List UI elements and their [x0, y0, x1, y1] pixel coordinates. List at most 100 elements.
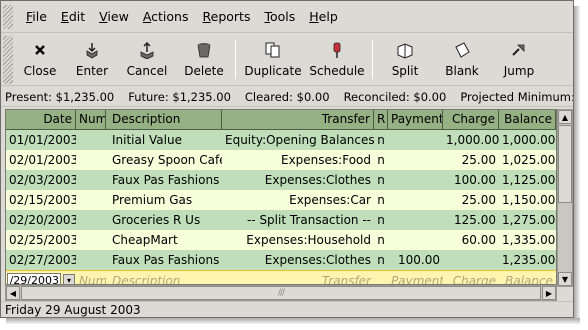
vertical-scroll-thumb[interactable]: [558, 125, 572, 203]
cell-payment[interactable]: [388, 130, 443, 150]
cell-charge[interactable]: 1,000.00: [443, 130, 499, 150]
schedule-button[interactable]: Schedule: [306, 34, 368, 85]
delete-button[interactable]: Delete: [177, 34, 231, 85]
cell-reconcile[interactable]: n: [374, 210, 388, 230]
menu-actions[interactable]: Actions: [136, 9, 196, 24]
menu-file[interactable]: File: [19, 9, 54, 24]
cell-charge[interactable]: [443, 250, 499, 270]
col-num-header: Num: [76, 110, 106, 130]
horizontal-scroll-thumb[interactable]: ///: [21, 286, 541, 300]
transfer-input[interactable]: Transfer: [222, 271, 374, 284]
cell-charge[interactable]: 25.00: [443, 190, 499, 210]
cell-num[interactable]: [76, 150, 106, 170]
cell-payment[interactable]: [388, 230, 443, 250]
cell-payment[interactable]: [388, 190, 443, 210]
cell-charge[interactable]: 100.00: [443, 170, 499, 190]
cell-date[interactable]: 01/01/2003: [6, 130, 76, 150]
cell-num[interactable]: [76, 230, 106, 250]
cell-date[interactable]: 02/20/2003: [6, 210, 76, 230]
reconcile-input[interactable]: [374, 271, 388, 284]
horizontal-scrollbar[interactable]: ◀ /// ▶: [5, 285, 557, 301]
cell-description[interactable]: Groceries R Us: [106, 210, 222, 230]
menu-reports[interactable]: Reports: [196, 9, 258, 24]
cell-description[interactable]: Initial Value: [106, 130, 222, 150]
toolbar-grip[interactable]: [3, 36, 13, 84]
cell-description[interactable]: Faux Pas Fashions: [106, 250, 222, 270]
menu-tools[interactable]: Tools: [257, 9, 302, 24]
cell-transfer[interactable]: Expenses:Household: [222, 230, 374, 250]
cell-date[interactable]: 02/01/2003: [6, 150, 76, 170]
cell-transfer[interactable]: Expenses:Clothes: [222, 250, 374, 270]
close-label: Close: [23, 64, 57, 78]
cell-description[interactable]: Greasy Spoon Cafe: [106, 150, 222, 170]
table-row[interactable]: 02/01/2003 Greasy Spoon Cafe Expenses:Fo…: [6, 150, 556, 170]
cell-payment[interactable]: [388, 150, 443, 170]
blank-transaction-row[interactable]: /29/2003 ▾ Num Description Transfer Paym…: [6, 270, 556, 284]
cell-date[interactable]: 02/03/2003: [6, 170, 76, 190]
jump-button[interactable]: Jump: [491, 34, 547, 85]
cell-charge[interactable]: 60.00: [443, 230, 499, 250]
cell-reconcile[interactable]: n: [374, 190, 388, 210]
cell-num[interactable]: [76, 210, 106, 230]
cell-transfer[interactable]: Expenses:Clothes: [222, 170, 374, 190]
cell-num[interactable]: [76, 170, 106, 190]
cell-payment[interactable]: 100.00: [388, 250, 443, 270]
blank-button[interactable]: Blank: [433, 34, 491, 85]
cell-reconcile[interactable]: n: [374, 150, 388, 170]
trash-icon: [197, 43, 211, 58]
table-row[interactable]: 02/03/2003 Faux Pas Fashions Expenses:Cl…: [6, 170, 556, 190]
jump-label: Jump: [503, 64, 535, 78]
scroll-right-icon[interactable]: ▶: [542, 286, 556, 300]
description-input[interactable]: Description: [106, 271, 222, 284]
payment-input[interactable]: Payment: [388, 271, 443, 284]
enter-button[interactable]: Enter: [67, 34, 117, 85]
duplicate-button[interactable]: Duplicate: [240, 34, 306, 85]
table-row[interactable]: 02/15/2003 Premium Gas Expenses:Car n 25…: [6, 190, 556, 210]
cancel-button[interactable]: Cancel: [117, 34, 177, 85]
close-button[interactable]: Close: [13, 34, 67, 85]
num-input[interactable]: Num: [76, 271, 106, 284]
cell-charge[interactable]: 25.00: [443, 150, 499, 170]
cell-charge[interactable]: 125.00: [443, 210, 499, 230]
cell-payment[interactable]: [388, 170, 443, 190]
date-entry[interactable]: /29/2003 ▾: [6, 271, 76, 284]
cell-transfer[interactable]: Expenses:Food: [222, 150, 374, 170]
cell-num[interactable]: [76, 190, 106, 210]
table-row[interactable]: 01/01/2003 Initial Value Equity:Opening …: [6, 130, 556, 150]
cell-date[interactable]: 02/15/2003: [6, 190, 76, 210]
cell-date[interactable]: 02/27/2003: [6, 250, 76, 270]
vertical-scrollbar[interactable]: ▲ ▼: [557, 109, 573, 287]
menubar-grip[interactable]: [3, 4, 13, 29]
cell-description[interactable]: Premium Gas: [106, 190, 222, 210]
cell-num[interactable]: [76, 130, 106, 150]
cell-reconcile[interactable]: n: [374, 170, 388, 190]
charge-input[interactable]: Charge: [443, 271, 499, 284]
cell-transfer[interactable]: -- Split Transaction --: [222, 210, 374, 230]
cell-transfer[interactable]: Equity:Opening Balances: [222, 130, 374, 150]
scroll-up-icon[interactable]: ▲: [558, 110, 572, 124]
cell-reconcile[interactable]: n: [374, 250, 388, 270]
col-date-header: Date: [6, 110, 76, 130]
cell-reconcile[interactable]: n: [374, 130, 388, 150]
menu-edit[interactable]: Edit: [54, 9, 92, 24]
scroll-left-icon[interactable]: ◀: [6, 286, 20, 300]
cell-reconcile[interactable]: n: [374, 230, 388, 250]
cell-transfer[interactable]: Expenses:Car: [222, 190, 374, 210]
col-balance-header: Balance: [499, 110, 556, 130]
split-button[interactable]: Split: [377, 34, 433, 85]
menu-help[interactable]: Help: [302, 9, 345, 24]
menu-view[interactable]: View: [92, 9, 136, 24]
cell-date[interactable]: 02/25/2003: [6, 230, 76, 250]
cell-description[interactable]: Faux Pas Fashions: [106, 170, 222, 190]
date-input[interactable]: /29/2003: [7, 272, 61, 284]
table-row[interactable]: 02/27/2003 Faux Pas Fashions Expenses:Cl…: [6, 250, 556, 270]
menubar: File Edit View Actions Reports Tools Hel…: [1, 1, 573, 33]
scroll-down-icon[interactable]: ▼: [558, 272, 572, 286]
cell-payment[interactable]: [388, 210, 443, 230]
summary-bar: Present: $1,235.00 Future: $1,235.00 Cle…: [1, 87, 573, 107]
table-row[interactable]: 02/20/2003 Groceries R Us -- Split Trans…: [6, 210, 556, 230]
table-row[interactable]: 02/25/2003 CheapMart Expenses:Household …: [6, 230, 556, 250]
calendar-dropdown-icon[interactable]: ▾: [63, 273, 75, 284]
cell-num[interactable]: [76, 250, 106, 270]
cell-description[interactable]: CheapMart: [106, 230, 222, 250]
